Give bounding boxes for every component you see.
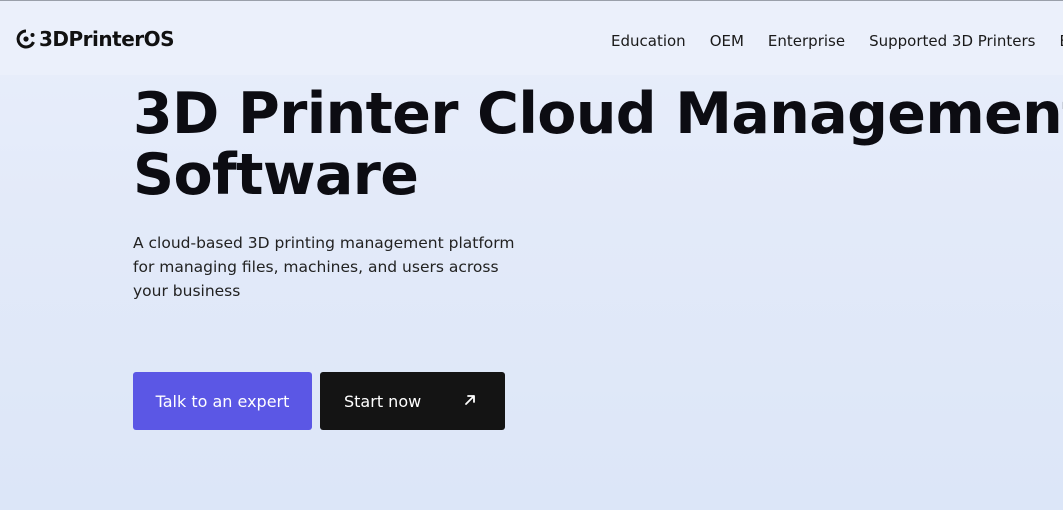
logo-mark-icon <box>16 29 35 49</box>
talk-to-expert-label: Talk to an expert <box>155 391 290 411</box>
site-header: 3DPrinterOS Education OEM Enterprise Sup… <box>0 1 1063 75</box>
main-nav: Education OEM Enterprise Supported 3D Pr… <box>611 31 1063 51</box>
hero-subtitle-line: A cloud-based 3D printing management pla… <box>133 234 515 252</box>
hero-title-line: Software <box>133 142 419 208</box>
hero-subtitle-line: your business <box>133 282 241 300</box>
hero-subtitle: A cloud-based 3D printing management pla… <box>133 231 533 303</box>
nav-supported-printers[interactable]: Supported 3D Printers <box>869 31 1035 51</box>
hero-title: 3D Printer Cloud Management Software <box>133 84 1063 206</box>
nav-enterprise[interactable]: Enterprise <box>768 31 845 51</box>
nav-oem[interactable]: OEM <box>710 31 744 51</box>
logo[interactable]: 3DPrinterOS <box>16 27 175 51</box>
arrow-up-right-icon <box>465 395 475 405</box>
nav-education[interactable]: Education <box>611 31 686 51</box>
hero-title-line: 3D Printer Cloud Management <box>133 81 1063 147</box>
talk-to-expert-button[interactable]: Talk to an expert <box>133 372 312 430</box>
hero-subtitle-line: for managing files, machines, and users … <box>133 258 499 276</box>
start-now-label: Start now <box>344 391 422 411</box>
logo-text: 3DPrinterOS <box>39 27 175 51</box>
nav-item-cutoff[interactable]: B <box>1060 31 1063 51</box>
start-now-button[interactable]: Start now <box>320 372 505 430</box>
